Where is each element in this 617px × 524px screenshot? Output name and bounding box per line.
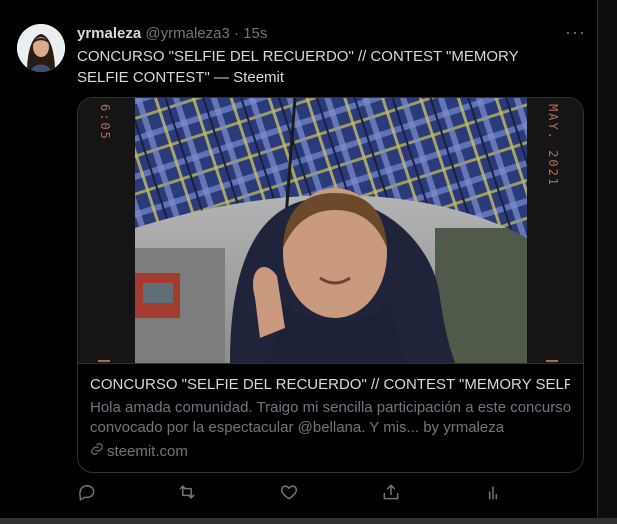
link-card[interactable]: 6:05 MAY. 2021 CONCURSO "SELFIE DEL RECU… [77, 97, 584, 473]
card-description: Hola amada comunidad. Traigo mi sencilla… [90, 399, 572, 436]
tweet-header: yrmaleza @yrmaleza3 · 15s [77, 25, 267, 42]
photo-corner-mark [98, 360, 110, 362]
tweet[interactable]: yrmaleza @yrmaleza3 · 15s ··· CONCURSO "… [0, 0, 598, 518]
author-handle[interactable]: @yrmaleza3 [145, 25, 229, 42]
share-icon[interactable] [381, 482, 403, 504]
selfie-photo [135, 98, 527, 363]
card-domain: steemit.com [90, 442, 188, 460]
photo-corner-mark [546, 360, 558, 362]
separator-dot: · [233, 25, 239, 42]
avatar-photo [17, 24, 65, 72]
author-name[interactable]: yrmaleza [77, 25, 141, 42]
card-image[interactable]: 6:05 MAY. 2021 [78, 98, 583, 363]
photo-time-overlay: 6:05 [98, 104, 112, 141]
photo-date-overlay: MAY. 2021 [546, 104, 560, 188]
tweet-actions [77, 482, 517, 506]
tweet-text: CONCURSO "SELFIE DEL RECUERDO" // CONTES… [77, 48, 519, 86]
avatar[interactable] [17, 24, 65, 72]
card-domain-text: steemit.com [107, 442, 188, 460]
scrollbar-track[interactable] [597, 0, 617, 524]
analytics-icon[interactable] [483, 482, 505, 504]
card-info[interactable]: CONCURSO "SELFIE DEL RECUERDO" // CONTES… [78, 363, 583, 472]
more-options-icon[interactable]: ··· [565, 22, 586, 43]
card-title: CONCURSO "SELFIE DEL RECUERDO" // CONTES… [90, 376, 570, 393]
heart-icon[interactable] [279, 482, 301, 504]
retweet-icon[interactable] [177, 482, 199, 504]
bottom-border [0, 518, 617, 524]
link-icon [90, 442, 104, 460]
timestamp[interactable]: 15s [243, 25, 267, 42]
reply-icon[interactable] [77, 482, 99, 504]
